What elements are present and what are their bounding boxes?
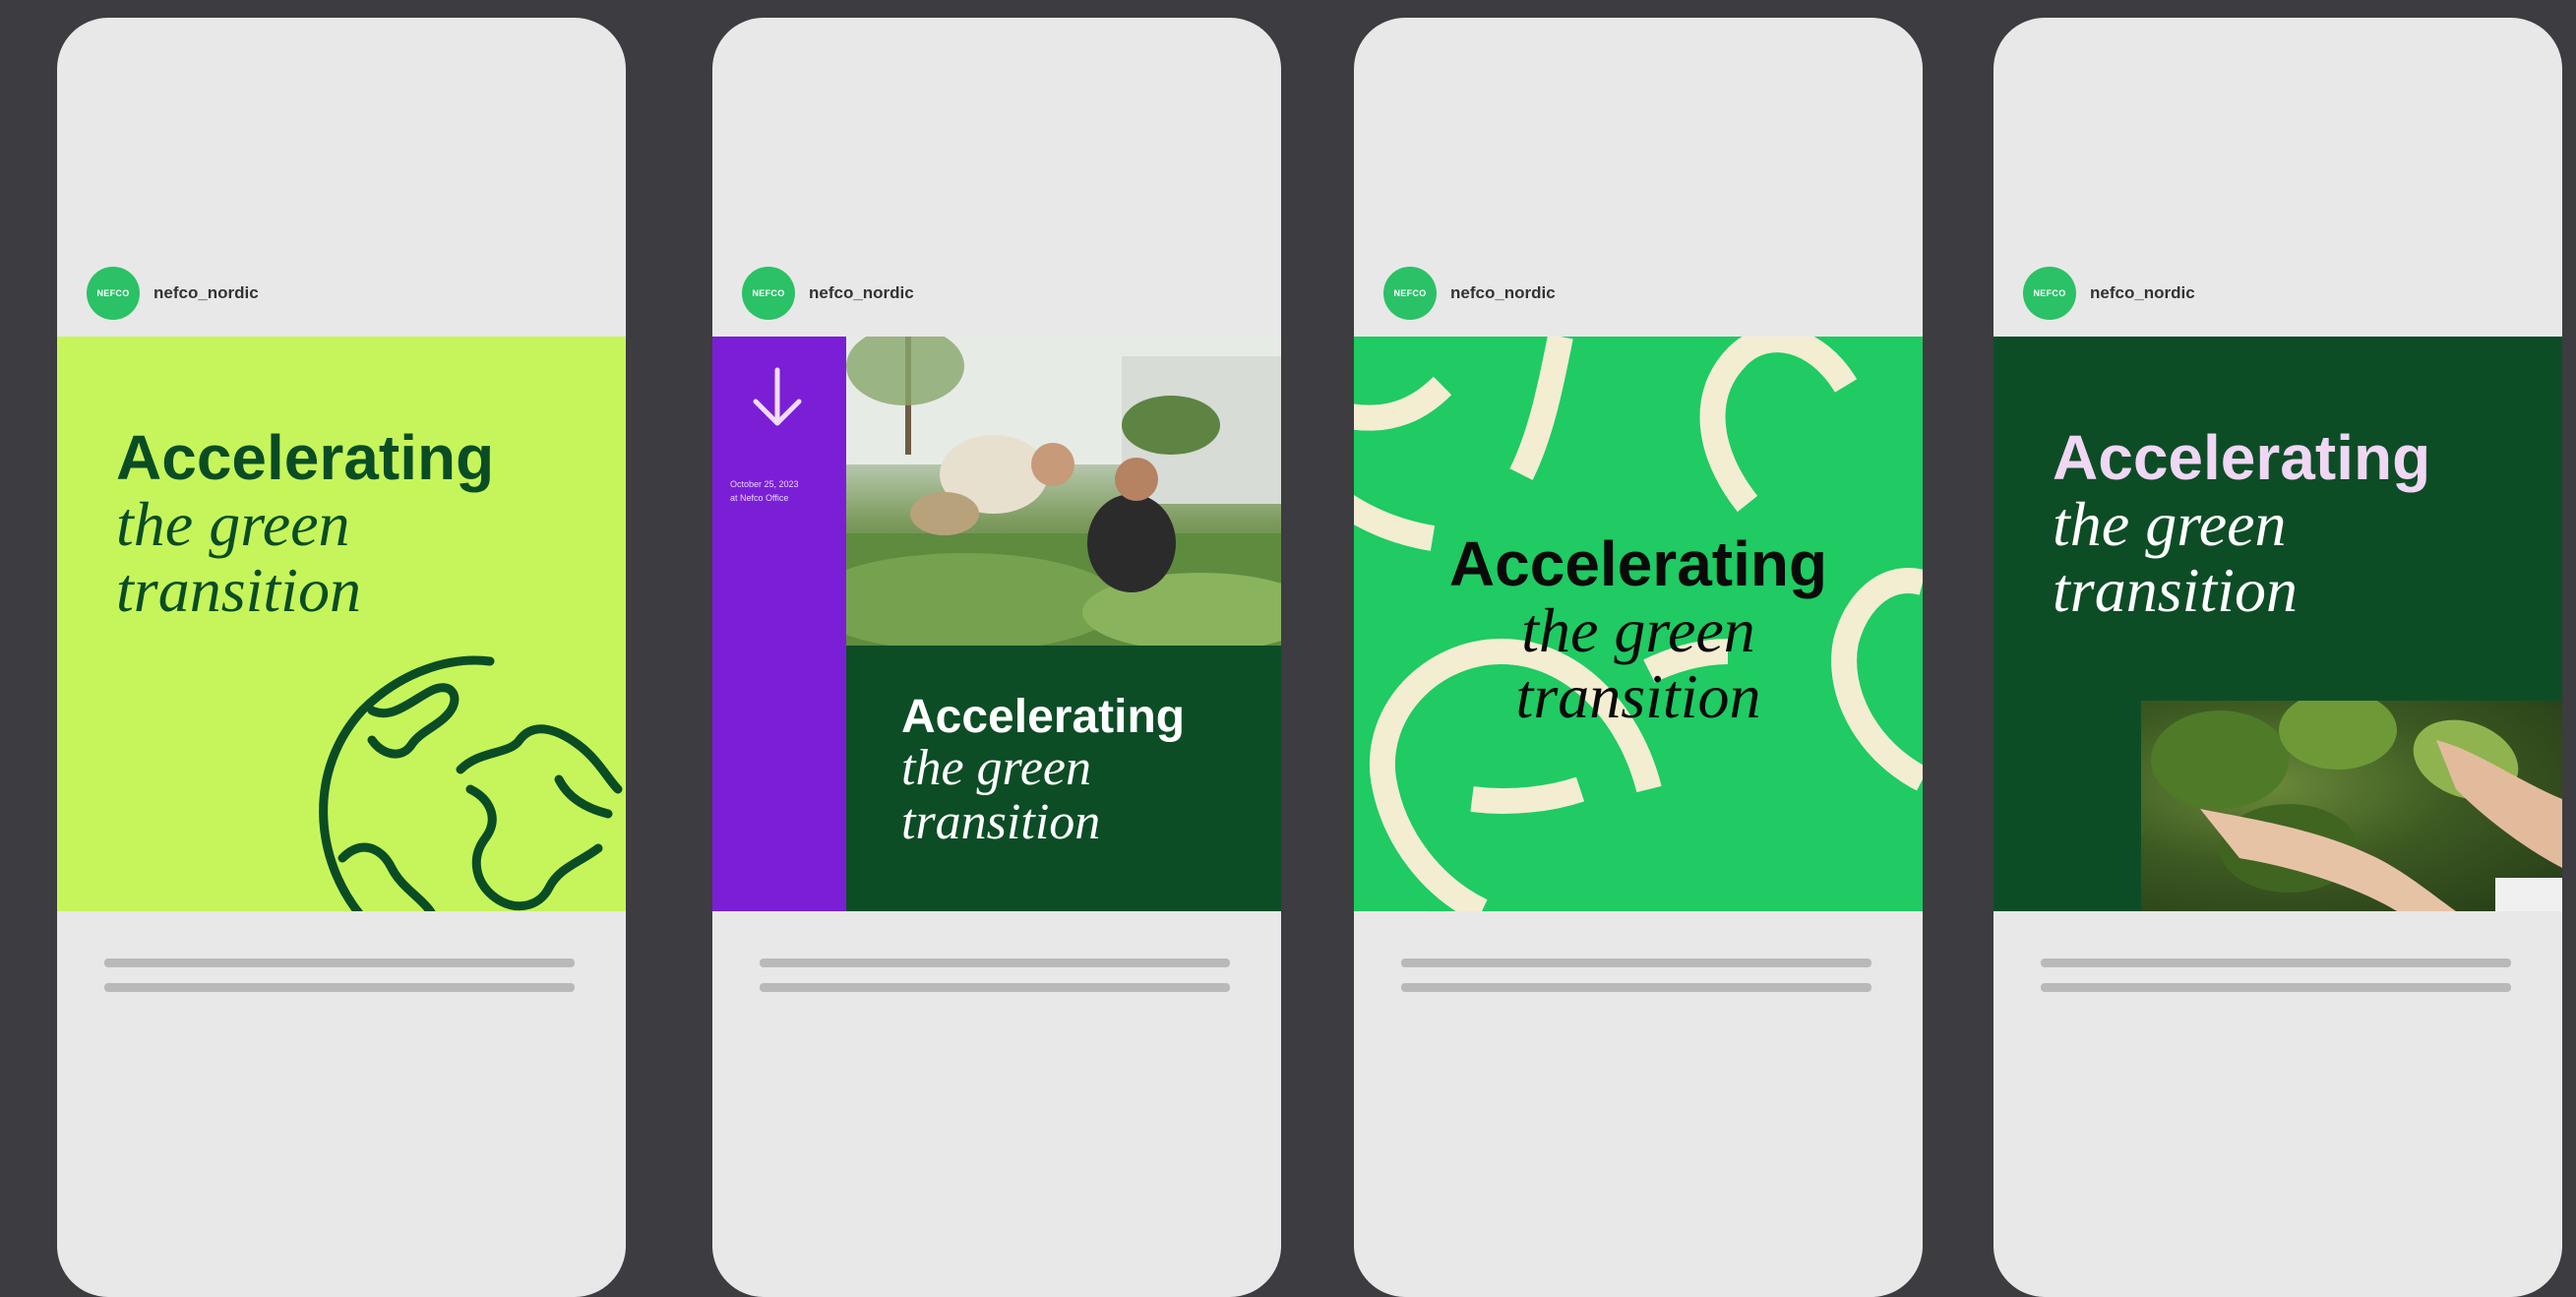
account-username[interactable]: nefco_nordic <box>1450 283 1556 303</box>
headline: Accelerating the green transition <box>1354 528 1923 732</box>
headline: Accelerating the green transition <box>116 422 495 626</box>
account-avatar[interactable]: NEFCO <box>87 267 140 320</box>
gardening-photo-illustration <box>846 337 1281 646</box>
account-avatar[interactable]: NEFCO <box>742 267 795 320</box>
headline-line1: Accelerating <box>2053 422 2431 493</box>
caption-line <box>2041 983 2511 992</box>
event-date-line2: at Nefco Office <box>730 492 789 503</box>
caption-placeholder <box>2041 958 2511 1008</box>
headline-line3: transition <box>1515 661 1761 732</box>
headline-line3: transition <box>116 555 361 626</box>
event-date: October 25, 2023 at Nefco Office <box>730 478 799 505</box>
headline-line2: the green <box>2053 489 2287 560</box>
headline-line1: Accelerating <box>901 691 1186 743</box>
caption-line <box>760 958 1230 967</box>
caption-placeholder <box>104 958 575 1008</box>
event-date-line1: October 25, 2023 <box>730 479 799 489</box>
headline-line3: transition <box>901 793 1101 850</box>
caption-line <box>1401 983 1871 992</box>
headline-line2: the green <box>116 489 350 560</box>
post-header[interactable]: NEFCO nefco_nordic <box>87 266 259 321</box>
globe-icon <box>319 655 623 911</box>
caption-line <box>2041 958 2511 967</box>
headline: Accelerating the green transition <box>2053 422 2431 626</box>
post-image-lime: Accelerating the green transition <box>57 337 626 911</box>
account-username[interactable]: nefco_nordic <box>809 283 914 303</box>
headline-line2: the green <box>1521 595 1755 666</box>
post-header[interactable]: NEFCO nefco_nordic <box>742 266 914 321</box>
headline-line3: transition <box>2053 555 2298 626</box>
account-avatar[interactable]: NEFCO <box>1383 267 1437 320</box>
post-image-event: October 25, 2023 at Nefco Office Acceler… <box>712 337 1281 911</box>
caption-placeholder <box>760 958 1230 1008</box>
account-avatar[interactable]: NEFCO <box>2023 267 2076 320</box>
account-username[interactable]: nefco_nordic <box>153 283 259 303</box>
account-username[interactable]: nefco_nordic <box>2090 283 2195 303</box>
phone-mockup-4: NEFCO nefco_nordic Accelerating the gree… <box>1993 18 2562 1297</box>
post-header[interactable]: NEFCO nefco_nordic <box>2023 266 2195 321</box>
headline-line1: Accelerating <box>116 422 495 493</box>
hands-leaf-photo <box>2141 701 2562 911</box>
gardening-photo <box>846 337 1281 646</box>
hands-leaf-illustration <box>2151 701 2562 911</box>
headline: Accelerating the green transition <box>901 691 1186 850</box>
post-image-dark: Accelerating the green transition <box>1993 337 2562 911</box>
purple-sidebar: October 25, 2023 at Nefco Office <box>712 337 846 911</box>
caption-placeholder <box>1401 958 1871 1008</box>
headline-line2: the green <box>901 740 1091 797</box>
phone-mockup-2: NEFCO nefco_nordic October 25, 2023 at N… <box>712 18 1281 1297</box>
phone-mockup-1: NEFCO nefco_nordic Accelerating the gree… <box>57 18 626 1297</box>
headline-panel: Accelerating the green transition <box>846 646 1281 911</box>
caption-line <box>1401 958 1871 967</box>
post-header[interactable]: NEFCO nefco_nordic <box>1383 266 1556 321</box>
arrow-down-icon <box>753 367 802 426</box>
headline-line1: Accelerating <box>1448 528 1828 599</box>
caption-line <box>104 958 575 967</box>
post-image-pattern: Accelerating the green transition <box>1354 337 1923 911</box>
phone-mockup-3: NEFCO nefco_nordic Accelerating the gree… <box>1354 18 1923 1297</box>
caption-line <box>104 983 575 992</box>
caption-line <box>760 983 1230 992</box>
